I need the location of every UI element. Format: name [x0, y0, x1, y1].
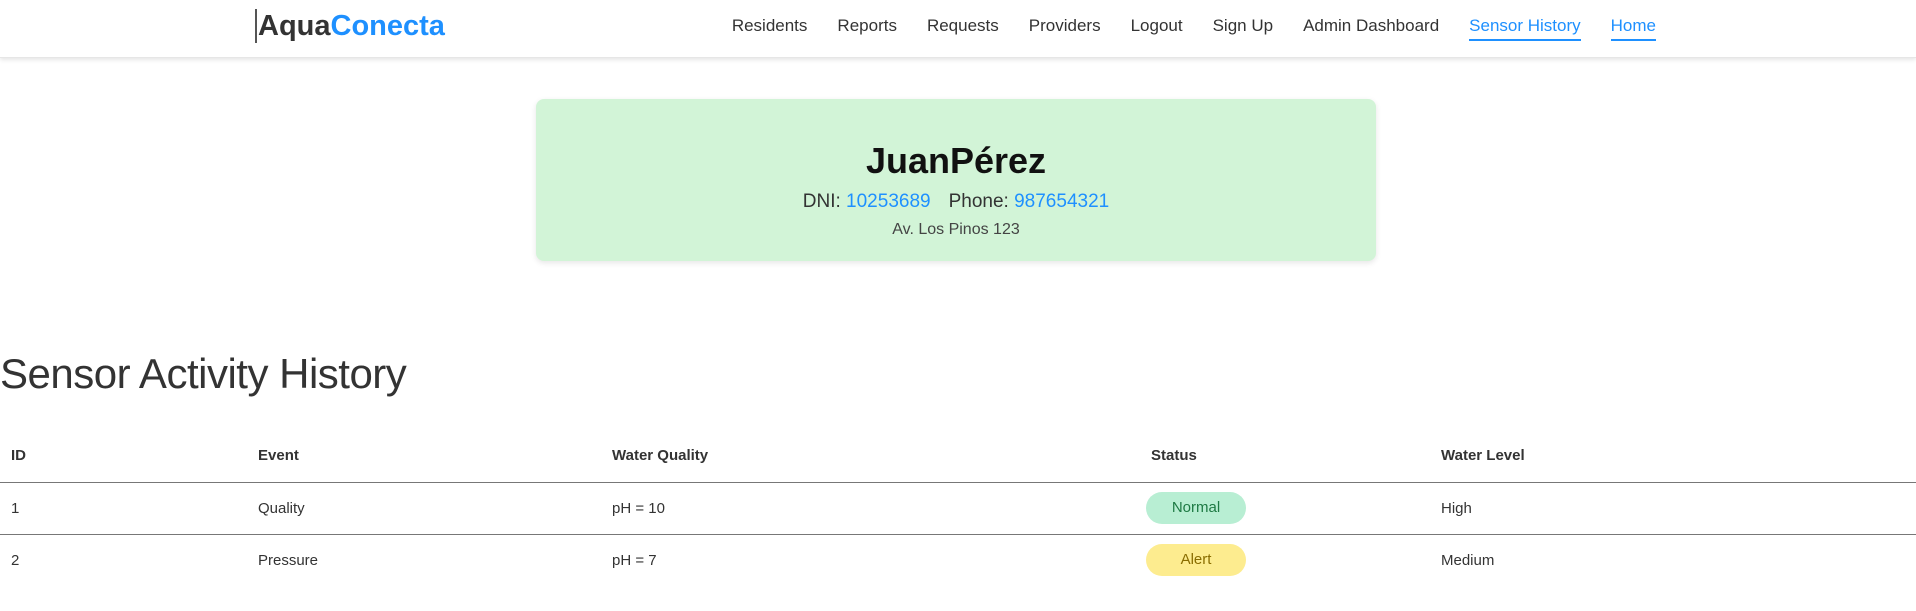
cell-water-level: High: [1429, 482, 1916, 535]
cell-id: 2: [11, 551, 20, 569]
page-title: Sensor Activity History: [0, 350, 407, 397]
brand-logo-part1: Aqua: [258, 10, 331, 42]
nav-link-sign-up[interactable]: Sign Up: [1213, 15, 1273, 41]
column-header-status: Status: [1141, 430, 1429, 483]
nav-link-requests[interactable]: Requests: [927, 15, 999, 41]
table-row: 1 Quality pH = 10 Normal High: [0, 482, 1916, 535]
nav-links: Residents Reports Requests Providers Log…: [732, 0, 1656, 56]
dni-value: 10253689: [846, 191, 931, 212]
column-header-water-quality: Water Quality: [600, 430, 1141, 483]
column-header-water-level: Water Level: [1429, 430, 1916, 483]
nav-link-residents[interactable]: Residents: [732, 15, 808, 41]
column-header-id: ID: [0, 430, 246, 483]
cell-status: Alert: [1141, 534, 1429, 586]
column-header-event: Event: [246, 430, 600, 483]
nav-link-admin-dashboard[interactable]: Admin Dashboard: [1303, 15, 1439, 41]
phone-value: 987654321: [1014, 191, 1110, 212]
cell-status: Normal: [1141, 482, 1429, 535]
nav-link-logout[interactable]: Logout: [1131, 15, 1183, 41]
top-navbar: AquaConecta Residents Reports Requests P…: [0, 0, 1916, 58]
status-badge: Normal: [1146, 492, 1246, 524]
resident-contact-info: DNI: 10253689 Phone: 987654321: [536, 190, 1376, 214]
phone-label: Phone:: [948, 191, 1009, 212]
brand-logo-part2: Conecta: [330, 10, 445, 42]
nav-link-home[interactable]: Home: [1610, 15, 1656, 41]
cell-water-quality: pH = 7: [612, 551, 657, 569]
resident-name: JuanPérez: [865, 140, 1047, 181]
table-header-row: ID Event Water Quality Status Water Leve…: [0, 430, 1916, 483]
cell-event: Pressure: [258, 551, 319, 569]
resident-profile-card: JuanPérez DNI: 10253689 Phone: 987654321 …: [536, 99, 1376, 261]
nav-link-reports[interactable]: Reports: [837, 15, 897, 41]
nav-link-sensor-history[interactable]: Sensor History: [1469, 15, 1581, 41]
dni-label: DNI:: [802, 191, 841, 212]
table-row: 2 Pressure pH = 7 Alert Medium: [0, 534, 1916, 586]
cell-water-quality: pH = 10: [600, 482, 1141, 535]
cell-event: Quality: [246, 482, 600, 535]
brand-logo[interactable]: AquaConecta: [255, 9, 445, 43]
status-badge: Alert: [1146, 544, 1246, 577]
cell-id: 1: [0, 482, 246, 535]
sensor-history-table: ID Event Water Quality Status Water Leve…: [0, 430, 1916, 586]
nav-link-providers[interactable]: Providers: [1029, 15, 1101, 41]
resident-address: Av. Los Pinos 123: [892, 221, 1020, 238]
cell-water-level: Medium: [1441, 551, 1495, 569]
